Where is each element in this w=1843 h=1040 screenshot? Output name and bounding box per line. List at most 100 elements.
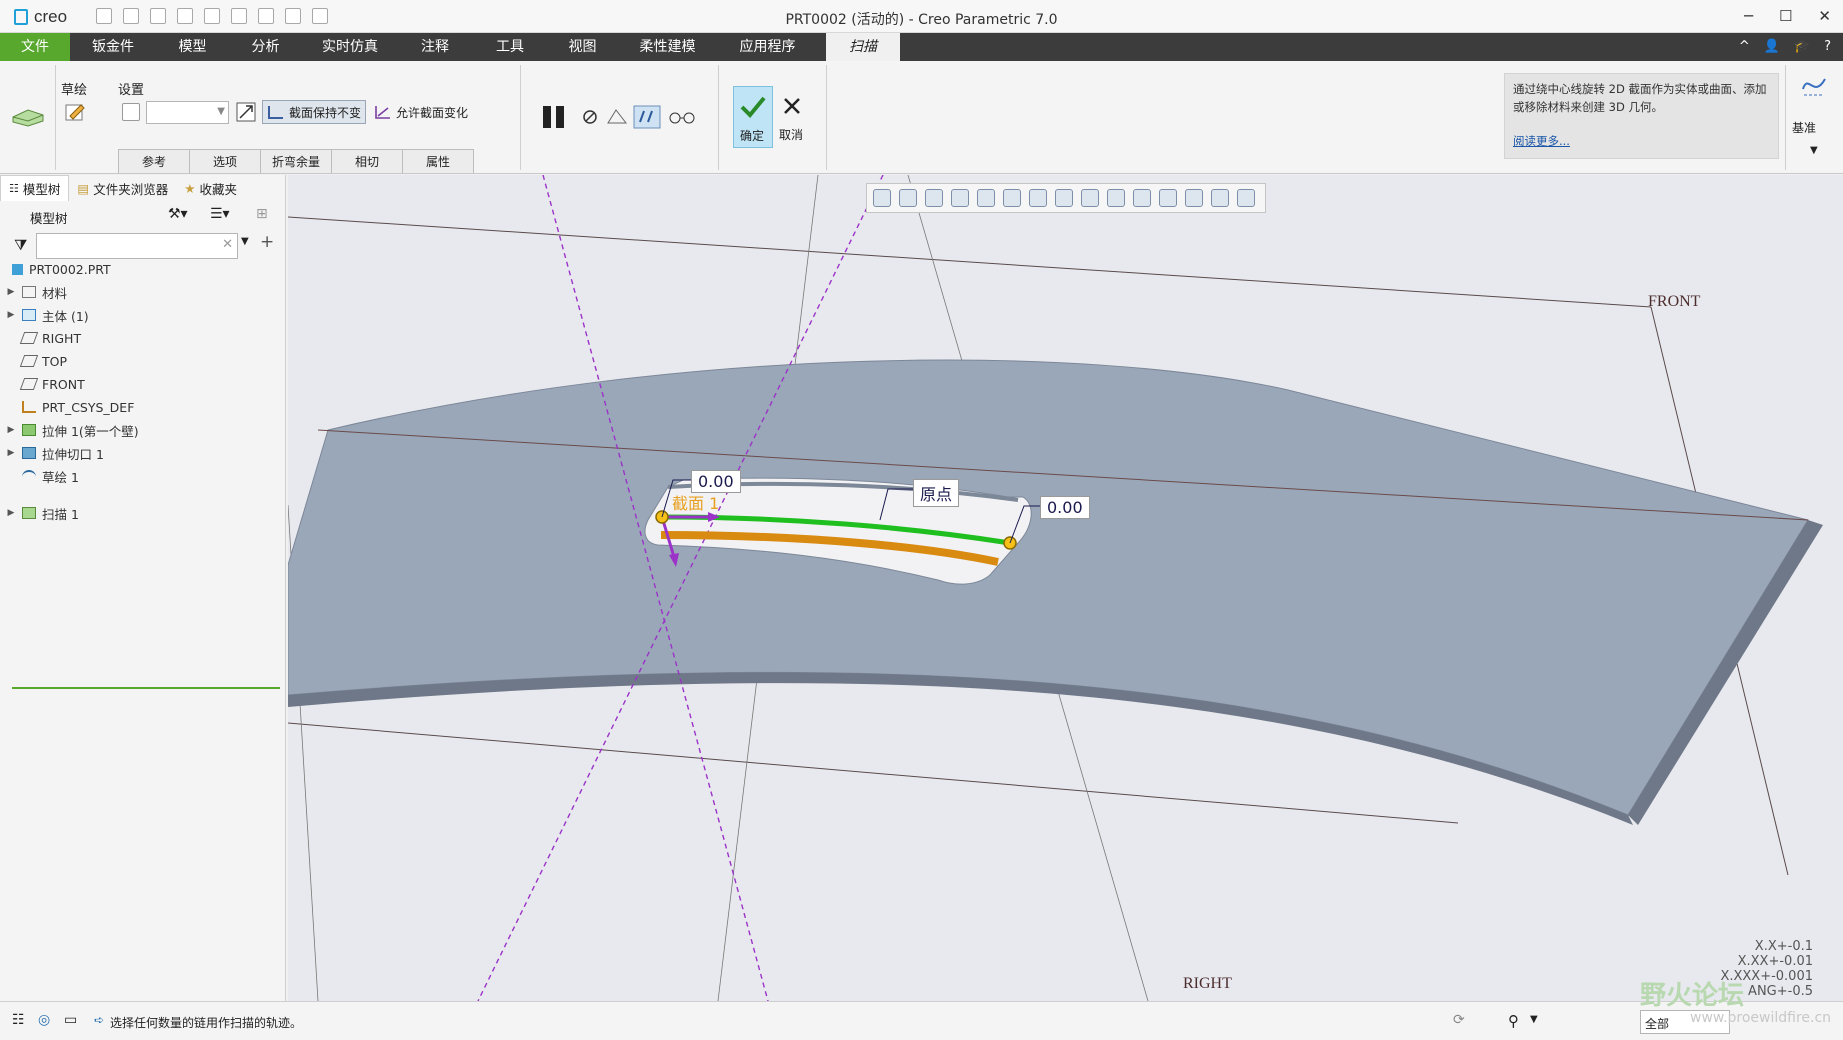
tab-favorites[interactable]: ★ 收藏夹 [176,175,245,201]
insert-indicator[interactable] [12,687,280,689]
datum-chevron-down-icon[interactable]: ▼ [1810,145,1818,156]
tab-sweep[interactable]: 扫描 [826,33,900,61]
cancel-label[interactable]: 取消 [779,126,803,143]
pause-icon-bar-left[interactable] [543,106,551,128]
drag-icon[interactable] [1185,189,1203,207]
find-icon[interactable]: ⚲ [1508,1012,1519,1030]
dimension-right[interactable]: 0.00 [1040,496,1090,519]
tree-item-front-plane[interactable]: FRONT [0,373,85,395]
preview-geometry-icon[interactable] [606,107,628,127]
tree-settings-icon[interactable]: ⚒▾ [168,206,188,222]
filter-icon[interactable]: ⧩ [14,236,27,254]
tab-view[interactable]: 视图 [550,33,615,61]
subtab-bend-allowance[interactable]: 折弯余量 [260,149,332,173]
tab-annotate[interactable]: 注释 [400,33,470,61]
pause-view-icon[interactable] [1211,189,1229,207]
show-icon[interactable]: ⊞ [256,206,268,222]
perspective-icon[interactable] [1055,189,1073,207]
full-screen-icon[interactable]: ▭ [64,1012,77,1028]
user-icon[interactable]: 👤 [1764,39,1780,54]
undo-icon[interactable] [177,8,193,24]
tree-search-input[interactable]: ✕ [36,233,238,259]
variable-section-button[interactable]: 允许截面变化 [370,100,472,124]
find-chevron-down-icon[interactable]: ▼ [1530,1014,1538,1025]
tab-model[interactable]: 模型 [160,33,225,61]
tree-item-top-plane[interactable]: TOP [0,350,67,372]
collapse-ribbon-icon[interactable]: ^ [1739,39,1750,54]
model-geometry[interactable] [288,175,1843,1001]
read-more-link[interactable]: 阅读更多... [1513,132,1570,150]
subtab-references[interactable]: 参考 [118,149,190,173]
front-plane-label[interactable]: FRONT [1648,293,1700,311]
clear-icon[interactable]: ✕ [222,237,233,252]
datum-label[interactable]: 基准 [1792,119,1816,136]
save-icon[interactable] [150,8,166,24]
close-window-icon[interactable] [312,8,328,24]
tab-analysis[interactable]: 分析 [233,33,298,61]
constant-section-button[interactable]: 截面保持不变 [262,100,367,124]
new-file-icon[interactable] [96,8,112,24]
view-manager-icon[interactable] [1029,189,1047,207]
expand-arrow-icon[interactable]: ▶ [0,448,22,458]
thickness-combo[interactable]: ▼ [146,101,229,124]
tree-item-body[interactable]: ▶ 主体 (1) [0,304,89,326]
expand-arrow-icon[interactable]: ▶ [0,310,22,320]
section-label[interactable]: 截面 1 [672,490,719,514]
ok-button[interactable]: 确定 [733,86,773,148]
tab-tools[interactable]: 工具 [475,33,545,61]
learning-icon[interactable]: 🎓 [1794,39,1810,54]
tab-folder-browser[interactable]: ▤ 文件夹浏览器 [69,175,176,201]
maximize-button[interactable]: ☐ [1779,7,1792,25]
tree-item-part[interactable]: PRT0002.PRT [0,258,111,280]
graphics-window[interactable]: 0.00 0.00 原点 截面 1 FRONT RIGHT X.X+-0.1 X… [288,175,1843,1001]
no-preview-icon[interactable] [582,109,598,125]
add-icon[interactable]: + [260,232,274,252]
tree-filter-list-icon[interactable]: ☰▾ [210,206,230,222]
select-box-icon[interactable] [285,8,301,24]
open-file-icon[interactable] [123,8,139,24]
zoom-out-icon[interactable] [925,189,943,207]
help-icon[interactable]: ? [1824,39,1831,54]
subtab-tangency[interactable]: 相切 [331,149,403,173]
remove-material-icon[interactable] [236,102,256,122]
tab-sheetmetal[interactable]: 钣金件 [78,33,148,61]
glasses-icon[interactable] [668,109,696,125]
zoom-in-icon[interactable] [899,189,917,207]
windows-icon[interactable] [258,8,274,24]
tree-item-material[interactable]: ▶ 材料 [0,281,67,303]
subtab-options[interactable]: 选项 [189,149,261,173]
redo-icon[interactable] [204,8,220,24]
tree-item-sweep[interactable]: ▶ 扫描 1 [0,502,79,524]
section-icon[interactable] [1159,189,1177,207]
verify-icon[interactable] [633,105,661,129]
annotation-display-icon[interactable] [1107,189,1125,207]
display-style-icon[interactable] [977,189,995,207]
origin-label[interactable]: 原点 [913,479,960,507]
minimize-button[interactable]: ─ [1744,7,1753,25]
search-chevron-down-icon[interactable]: ▼ [241,236,249,247]
regenerate-icon[interactable] [231,8,247,24]
tree-item-csys[interactable]: PRT_CSYS_DEF [0,396,134,418]
flip-icon[interactable] [1237,189,1255,207]
sketch-icon[interactable] [64,101,86,123]
datum-icon[interactable] [1800,71,1828,101]
tree-item-extrude-cut[interactable]: ▶ 拉伸切口 1 [0,442,104,464]
tree-item-sketch[interactable]: 草绘 1 [0,465,79,487]
expand-arrow-icon[interactable]: ▶ [0,425,22,435]
tab-applications[interactable]: 应用程序 [720,33,815,61]
expand-arrow-icon[interactable]: ▶ [0,287,22,297]
navigator-toggle-icon[interactable]: ☷ [12,1012,25,1028]
datum-display-icon[interactable] [1081,189,1099,207]
regenerate-status-icon[interactable]: ⟳ [1453,1012,1465,1028]
tab-model-tree[interactable]: ☷ 模型树 [0,175,70,201]
sheet-body-top[interactable] [288,359,1809,816]
expand-arrow-icon[interactable]: ▶ [0,508,22,518]
right-plane-label[interactable]: RIGHT [1183,975,1232,993]
browser-toggle-icon[interactable]: ◎ [38,1012,50,1028]
tab-live-simulation[interactable]: 实时仿真 [310,33,390,61]
close-button[interactable]: ✕ [1818,7,1831,25]
repaint-icon[interactable] [951,189,969,207]
solid-type-icon[interactable] [122,103,140,121]
tab-flexible-modeling[interactable]: 柔性建模 [625,33,710,61]
tree-item-extrude[interactable]: ▶ 拉伸 1(第一个壁) [0,419,139,441]
